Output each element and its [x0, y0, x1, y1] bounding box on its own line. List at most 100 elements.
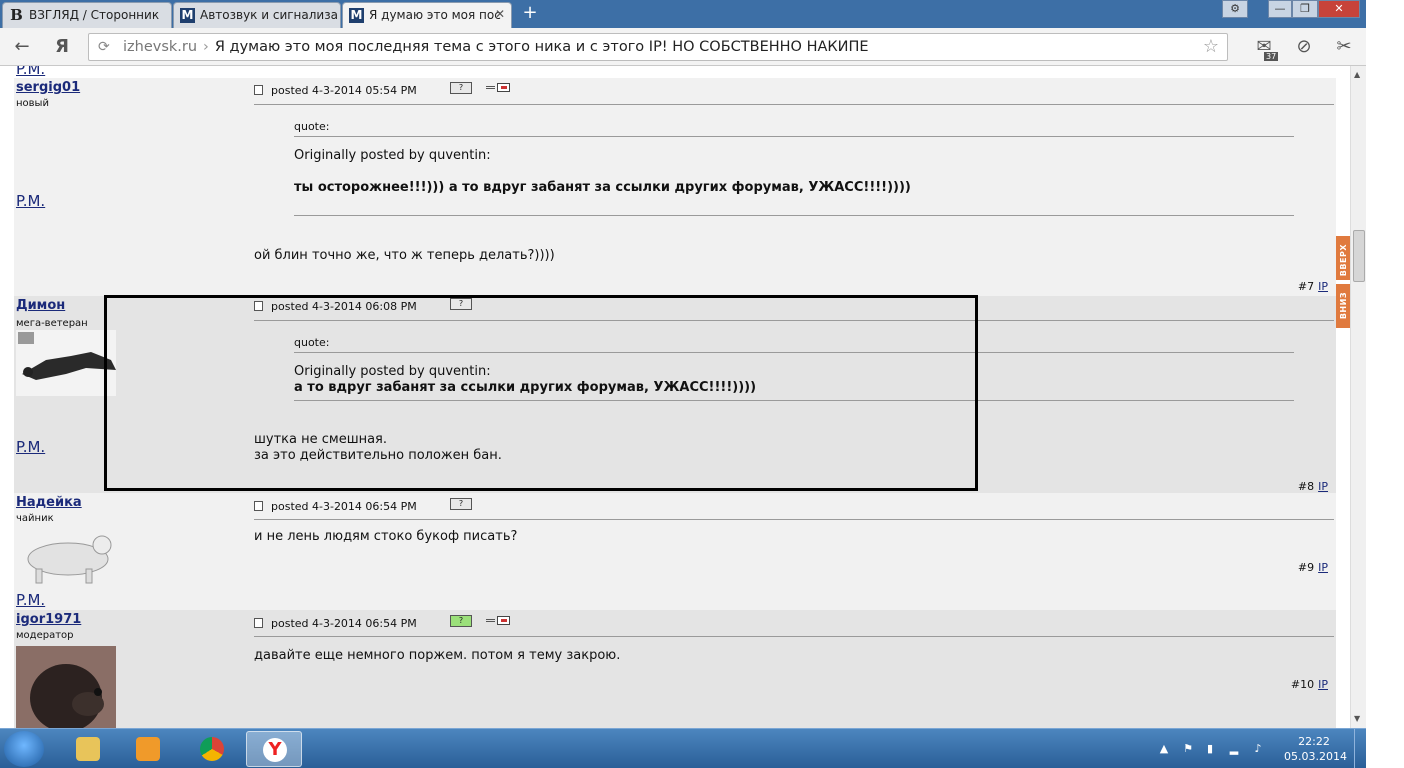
- post-body: давайте еще немного поржем. потом я тему…: [254, 648, 620, 664]
- post-body-line: и не лень людям стоко букоф писать?: [254, 529, 518, 544]
- post-number: #10 IP: [1291, 678, 1328, 691]
- author-name[interactable]: sergig01: [16, 80, 80, 95]
- signal-icon[interactable]: ▂: [1228, 743, 1240, 755]
- compass-icon[interactable]: ⊘: [1292, 35, 1316, 59]
- tab-current-thread[interactable]: M Я думаю это моя пос ✕: [342, 2, 512, 28]
- restore-button[interactable]: ❐: [1292, 0, 1318, 18]
- avatar-mastiff-image: [16, 646, 116, 728]
- author-rank: новый: [16, 98, 49, 109]
- scroll-down-label: ВНИЗ: [1339, 292, 1348, 320]
- back-button[interactable]: ←: [10, 35, 34, 59]
- tab-bar: B ВЗГЛЯД / Сторонник M Автозвук и сигнал…: [0, 0, 1366, 28]
- author-name[interactable]: igor1971: [16, 612, 81, 627]
- explorer-icon: [76, 737, 100, 761]
- post-number-label: #7: [1297, 280, 1315, 293]
- scroll-up-arrow-icon[interactable]: ▲: [1354, 70, 1360, 79]
- ip-link[interactable]: IP: [1318, 561, 1328, 574]
- tab-avtozvuk[interactable]: M Автозвук и сигнализа: [173, 2, 341, 28]
- show-desktop-button[interactable]: [1354, 729, 1366, 768]
- page-icon: ⟳: [98, 39, 110, 55]
- post-number-label: #9: [1297, 561, 1315, 574]
- avatar-man-lying-image: [16, 330, 116, 396]
- yandex-button[interactable]: Я: [50, 35, 74, 59]
- post-doc-icon: [254, 618, 263, 628]
- taskbar-explorer[interactable]: [60, 731, 116, 767]
- pm-link[interactable]: P.M.: [16, 66, 45, 78]
- post-body: и не лень людям стоко букоф писать?: [254, 529, 517, 545]
- avatar: [16, 525, 116, 587]
- scroll-up-label: ВВЕРХ: [1339, 244, 1348, 277]
- taskbar-yandex-browser[interactable]: Y: [246, 731, 302, 767]
- profile-icon[interactable]: ?: [450, 498, 472, 510]
- author-name[interactable]: Димон: [16, 298, 65, 313]
- author-name[interactable]: Надейка: [16, 495, 82, 510]
- pm-link[interactable]: P.M.: [16, 192, 45, 210]
- profile-icon[interactable]: ?: [450, 82, 472, 94]
- post-10: igor1971 модератор posted 4-3-2014 06:54…: [14, 610, 1336, 728]
- ip-link[interactable]: IP: [1318, 678, 1328, 691]
- close-window-button[interactable]: ✕: [1318, 0, 1360, 18]
- post-meta: posted 4-3-2014 06:54 PM: [254, 617, 417, 630]
- yandex-browser-icon: Y: [263, 738, 287, 762]
- post-meta: posted 4-3-2014 06:54 PM: [254, 500, 417, 513]
- system-tray: ▲ ⚑ ▮ ▂ ♪ 22:22 05.03.2014: [1156, 729, 1366, 768]
- highlight-annotation-box: [104, 295, 978, 491]
- new-tab-button[interactable]: +: [520, 3, 540, 23]
- pm-link[interactable]: P.M.: [16, 591, 45, 609]
- divider: [254, 636, 1334, 637]
- post-number-label: #8: [1297, 480, 1315, 493]
- message-icon[interactable]: [486, 83, 510, 93]
- address-bar[interactable]: ⟳ izhevsk.ru › Я думаю это моя последняя т…: [88, 33, 1228, 61]
- quote-from: Originally posted by quventin:: [294, 148, 491, 163]
- volume-icon[interactable]: ♪: [1252, 743, 1264, 755]
- scroll-down-arrow-icon[interactable]: ▼: [1354, 714, 1360, 723]
- profile-icon[interactable]: ?: [450, 615, 472, 627]
- tab-label: ВЗГЛЯД / Сторонник: [29, 8, 160, 22]
- media-player-icon: [136, 737, 160, 761]
- author-rank: чайник: [16, 513, 54, 524]
- taskbar-media-player[interactable]: [120, 731, 176, 767]
- settings-icon[interactable]: ⚙: [1222, 0, 1248, 18]
- post-number: #8 IP: [1298, 480, 1328, 493]
- scroll-up-button[interactable]: ВВЕРХ: [1336, 236, 1350, 280]
- avatar: [16, 646, 116, 728]
- start-button[interactable]: [4, 731, 44, 767]
- quote-divider: [294, 136, 1294, 137]
- pm-link[interactable]: P.M.: [16, 438, 45, 456]
- bookmark-star-icon[interactable]: ☆: [1203, 34, 1219, 60]
- network-warning-icon[interactable]: ⚑: [1182, 743, 1194, 755]
- author-rank: модератор: [16, 630, 74, 641]
- clock[interactable]: 22:22 05.03.2014: [1284, 734, 1347, 764]
- taskbar-chrome[interactable]: [184, 731, 240, 767]
- divider: [254, 519, 1334, 520]
- ip-link[interactable]: IP: [1318, 280, 1328, 293]
- close-tab-icon[interactable]: ✕: [495, 7, 505, 21]
- scroll-thumb[interactable]: [1353, 230, 1365, 282]
- tab-vzglyad[interactable]: B ВЗГЛЯД / Сторонник: [2, 2, 172, 28]
- tab-label: Автозвук и сигнализа: [200, 8, 338, 22]
- posted-date: posted 4-3-2014 06:54 PM: [271, 617, 417, 630]
- screen: B ВЗГЛЯД / Сторонник M Автозвук и сигнал…: [0, 0, 1366, 768]
- izhevsk-favicon-icon: M: [180, 8, 195, 23]
- avatar-dog-image: [27, 535, 112, 584]
- battery-icon[interactable]: ▮: [1204, 743, 1216, 755]
- minimize-button[interactable]: —: [1268, 0, 1292, 18]
- posted-date: posted 4-3-2014 06:54 PM: [271, 500, 417, 513]
- vzglyad-favicon-icon: B: [10, 6, 23, 24]
- post-number: #9 IP: [1298, 561, 1328, 574]
- ip-link[interactable]: IP: [1318, 480, 1328, 493]
- scroll-up-down-widget: ВВЕРХ ВНИЗ: [1336, 236, 1350, 328]
- clock-date: 05.03.2014: [1284, 750, 1347, 763]
- scroll-down-button[interactable]: ВНИЗ: [1336, 284, 1350, 328]
- post-meta: posted 4-3-2014 05:54 PM: [254, 84, 417, 97]
- author-rank: мега-ветеран: [16, 318, 88, 329]
- address-separator: ›: [203, 39, 209, 55]
- tools-icon[interactable]: ✂: [1332, 35, 1356, 59]
- post-number-label: #10: [1290, 678, 1315, 691]
- post-body-line: давайте еще немного поржем. потом я тему…: [254, 648, 621, 663]
- izhevsk-favicon-icon: M: [349, 8, 364, 23]
- tray-expand-icon[interactable]: ▲: [1158, 743, 1170, 755]
- tab-label: Я думаю это моя пос: [369, 8, 501, 22]
- vertical-scrollbar[interactable]: ▲ ▼: [1350, 66, 1366, 728]
- message-icon[interactable]: [486, 616, 510, 626]
